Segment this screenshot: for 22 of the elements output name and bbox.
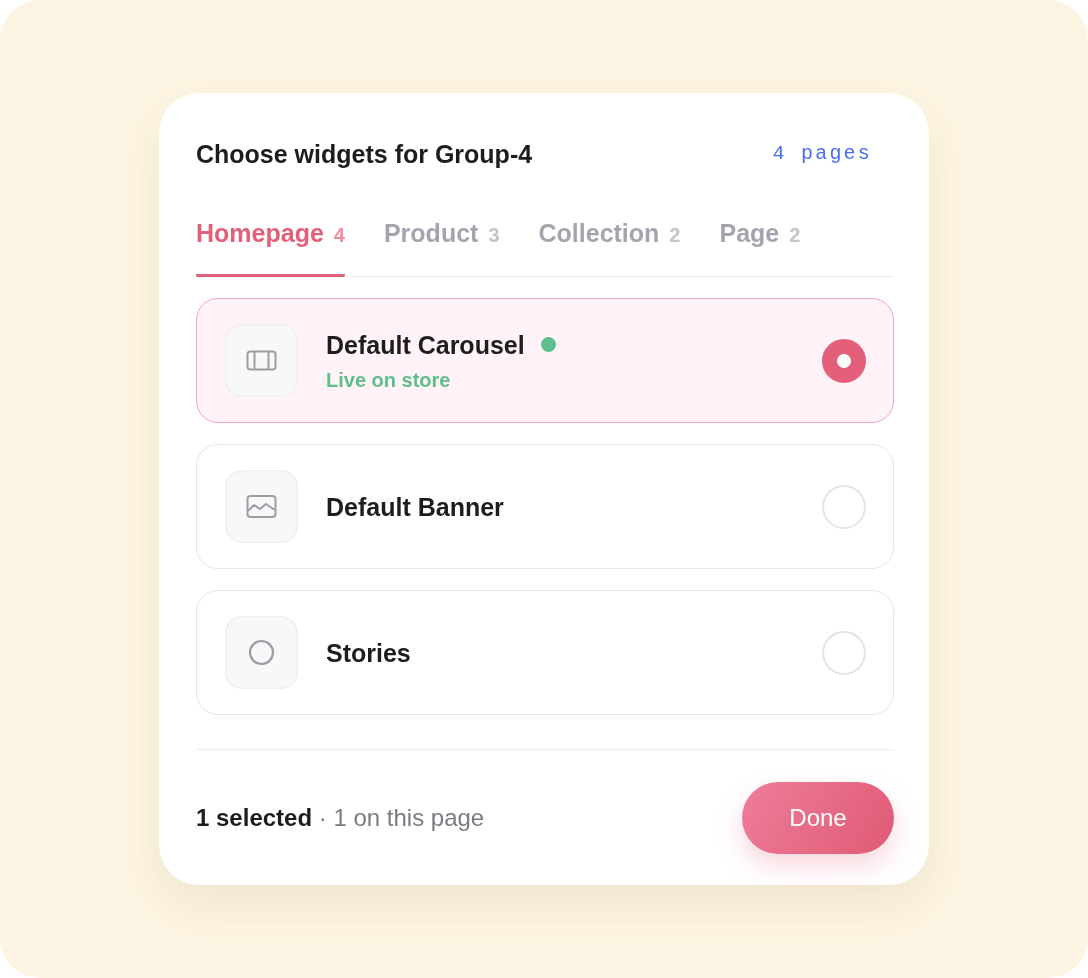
- selection-summary: 1 selected · 1 on this page: [196, 803, 485, 833]
- tab-count: 2: [789, 224, 801, 246]
- page-tab[interactable]: Homepage 4: [196, 216, 345, 277]
- widget-option[interactable]: Stories: [196, 590, 894, 715]
- tab-count: 4: [333, 224, 345, 246]
- tab-count: 2: [669, 224, 681, 246]
- page-tab[interactable]: Product 3: [383, 216, 500, 277]
- carousel-icon: [225, 324, 298, 397]
- page-count: 4 pages: [772, 141, 872, 167]
- page-tab[interactable]: Page 2: [719, 216, 801, 277]
- widget-name: Stories: [326, 637, 411, 669]
- widget-name: Default Banner: [326, 491, 504, 523]
- tab-count: 3: [488, 224, 500, 246]
- dialog-title: Choose widgets for Group-4: [196, 139, 533, 170]
- page-tab[interactable]: Collection 2: [538, 216, 681, 277]
- done-button[interactable]: Done: [742, 782, 894, 854]
- widget-name: Default Carousel: [326, 329, 525, 361]
- widget-option[interactable]: Default Carousel Live on store: [196, 298, 894, 423]
- widget-status: Live on store: [326, 367, 451, 393]
- widget-option[interactable]: Default Banner: [196, 444, 894, 569]
- image-icon: [225, 470, 298, 543]
- radio-button[interactable]: [822, 338, 866, 383]
